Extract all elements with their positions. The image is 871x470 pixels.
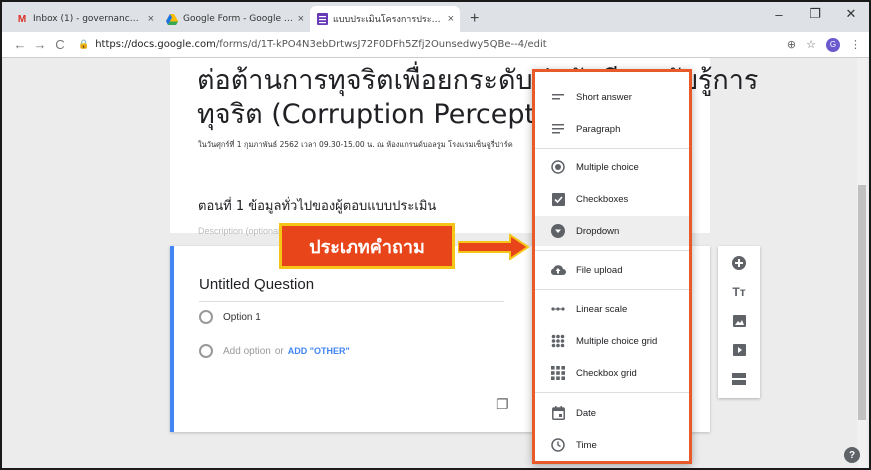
menu-item-multiple-choice[interactable]: Multiple choice: [535, 152, 689, 182]
or-text: or: [274, 345, 284, 357]
form-side-toolbar: Tт: [718, 246, 760, 398]
window-controls: – ❐ ✕: [761, 2, 869, 26]
zoom-icon[interactable]: ⊕: [787, 38, 796, 51]
close-icon[interactable]: ×: [298, 13, 304, 25]
cloud-upload-icon: [550, 262, 566, 278]
annotation-callout: ประเภทคำถาม: [279, 223, 455, 269]
add-video-icon[interactable]: [730, 341, 748, 359]
menu-divider: [535, 148, 689, 149]
add-other-link[interactable]: ADD "OTHER": [288, 346, 350, 356]
menu-item-label: File upload: [576, 264, 623, 276]
menu-item-checkbox-grid[interactable]: Checkbox grid: [535, 358, 689, 388]
drive-icon: [166, 13, 178, 25]
annotation-arrow-icon: [458, 234, 530, 260]
grid-icon: [550, 333, 566, 349]
form-title-line2: ทุจริต (Corruption Perception Index: [197, 99, 660, 130]
url-path: /forms/d/1T-kPO4N3ebDrtwsJ72F0DFh5Zfj2Ou…: [215, 39, 547, 50]
checkbox-icon: [550, 191, 566, 207]
section-title[interactable]: ตอนที่ 1 ข้อมูลทั่วไปของผู้ตอบแบบประเมิน: [198, 195, 436, 216]
lock-icon: 🔒: [78, 39, 90, 50]
add-title-icon[interactable]: Tт: [730, 283, 748, 301]
menu-divider: [535, 289, 689, 290]
menu-item-label: Multiple choice grid: [576, 335, 658, 347]
close-icon[interactable]: ×: [148, 13, 154, 25]
browser-window: M Inbox (1) - governance.pacc@gm × Googl…: [0, 0, 871, 470]
menu-item-label: Paragraph: [576, 123, 621, 135]
menu-divider: [535, 250, 689, 251]
form-subtitle[interactable]: ในวันศุกร์ที่ 1 กุมภาพันธ์ 2562 เวลา 09.…: [198, 139, 513, 151]
gmail-icon: M: [17, 13, 27, 25]
menu-item-date[interactable]: Date: [535, 398, 689, 428]
tab-forms[interactable]: แบบประเมินโครงการประชุมเชิงปฏิบัติการ ×: [310, 6, 460, 32]
form-title-line1: ต่อต้านการทุจริตเพื่อยกระดับค่าดัชนีการร…: [197, 65, 759, 96]
add-image-icon[interactable]: [730, 312, 748, 330]
paragraph-icon: [550, 121, 566, 137]
menu-item-linear-scale[interactable]: Linear scale: [535, 294, 689, 324]
option-label[interactable]: Option 1: [223, 312, 261, 323]
description-field[interactable]: Description (optional): [198, 226, 283, 236]
tab-bar: M Inbox (1) - governance.pacc@gm × Googl…: [2, 2, 869, 32]
close-window-icon[interactable]: ✕: [833, 2, 869, 26]
avatar[interactable]: G: [826, 37, 840, 52]
menu-item-multiple-choice-grid[interactable]: Multiple choice grid: [535, 326, 689, 356]
menu-item-label: Dropdown: [576, 225, 620, 237]
address-bar: ← → C 🔒 https://docs.google.com/forms/d/…: [2, 32, 869, 58]
form-title[interactable]: ต่อต้านการทุจริตเพื่อยกระดับค่าดัชนีการร…: [197, 64, 797, 132]
star-icon[interactable]: ☆: [806, 38, 816, 51]
tab-gmail[interactable]: M Inbox (1) - governance.pacc@gm ×: [10, 6, 160, 32]
linear-scale-icon: [550, 301, 566, 317]
new-tab-button[interactable]: +: [470, 10, 479, 28]
forms-icon: [316, 13, 328, 25]
menu-item-label: Checkboxes: [576, 193, 629, 205]
clock-icon: [550, 437, 566, 453]
calendar-icon: [550, 405, 566, 421]
restore-icon[interactable]: ❐: [797, 2, 833, 26]
menu-item-label: Linear scale: [576, 303, 628, 315]
grid-icon: [550, 365, 566, 381]
menu-item-time[interactable]: Time: [535, 430, 689, 460]
minimize-icon[interactable]: –: [761, 2, 797, 26]
menu-item-short-answer[interactable]: Short answer: [535, 82, 689, 112]
dropdown-icon: [550, 223, 566, 239]
help-icon[interactable]: ?: [844, 447, 860, 463]
radio-icon: [550, 159, 566, 175]
menu-icon[interactable]: ⋮: [850, 38, 861, 51]
forward-icon[interactable]: →: [30, 37, 50, 52]
menu-item-label: Time: [576, 439, 597, 451]
menu-item-checkboxes[interactable]: Checkboxes: [535, 184, 689, 214]
menu-item-label: Date: [576, 407, 597, 419]
tab-title: Google Form - Google Drive: [183, 14, 294, 24]
add-section-icon[interactable]: [730, 370, 748, 388]
menu-item-paragraph[interactable]: Paragraph: [535, 114, 689, 144]
url-host: https://docs.google.com: [95, 39, 216, 50]
add-option-row: Add option or ADD "OTHER": [199, 344, 350, 358]
question-title-field[interactable]: Untitled Question: [199, 276, 504, 302]
menu-item-label: Multiple choice: [576, 161, 639, 173]
add-option-link[interactable]: Add option: [223, 346, 271, 357]
tab-drive[interactable]: Google Form - Google Drive ×: [160, 6, 310, 32]
menu-item-file-upload[interactable]: File upload: [535, 255, 689, 285]
toolbar-right: ⊕ ☆ G ⋮: [787, 37, 861, 52]
close-icon[interactable]: ×: [448, 13, 454, 25]
back-icon[interactable]: ←: [10, 37, 30, 52]
option-row: Option 1: [199, 310, 261, 324]
menu-item-label: Checkbox grid: [576, 367, 637, 379]
menu-divider: [535, 392, 689, 393]
radio-icon: [199, 344, 213, 358]
menu-item-label: Short answer: [576, 91, 632, 103]
scrollbar-thumb[interactable]: [858, 185, 866, 420]
duplicate-icon[interactable]: ❐: [496, 396, 509, 413]
tab-title: Inbox (1) - governance.pacc@gm: [33, 14, 144, 24]
short-answer-icon: [550, 89, 566, 105]
menu-item-dropdown[interactable]: Dropdown: [535, 216, 689, 246]
tab-title: แบบประเมินโครงการประชุมเชิงปฏิบัติการ: [333, 15, 444, 25]
radio-icon: [199, 310, 213, 324]
url-field[interactable]: 🔒 https://docs.google.com/forms/d/1T-kPO…: [78, 39, 787, 50]
add-question-icon[interactable]: [730, 254, 748, 272]
question-type-menu: Short answer Paragraph Multiple choice C…: [532, 69, 692, 464]
reload-icon[interactable]: C: [50, 37, 70, 52]
